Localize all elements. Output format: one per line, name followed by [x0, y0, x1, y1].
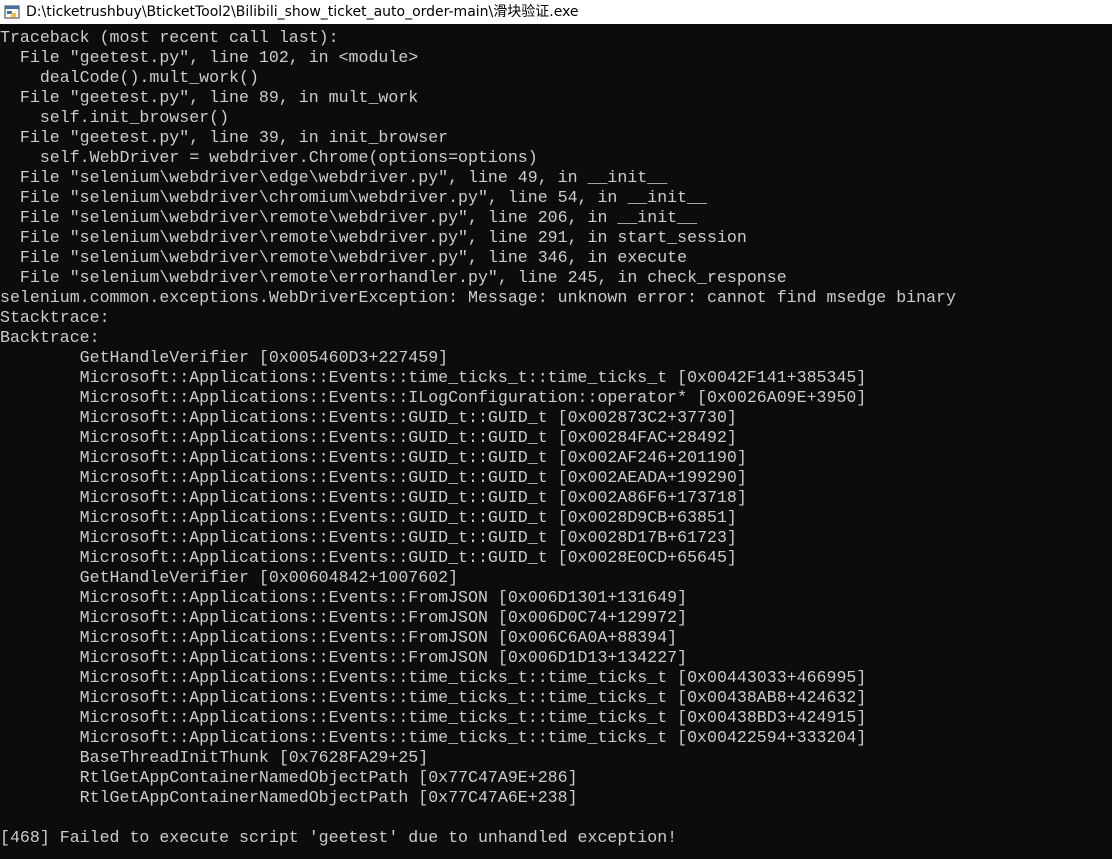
console-line: dealCode().mult_work()	[0, 68, 259, 87]
console-line: File "geetest.py", line 89, in mult_work	[0, 88, 419, 107]
console-output[interactable]: Traceback (most recent call last): File …	[0, 28, 1112, 859]
console-line: Microsoft::Applications::Events::FromJSO…	[0, 648, 688, 667]
console-line: Microsoft::Applications::Events::time_ti…	[0, 668, 867, 687]
console-line: Microsoft::Applications::Events::GUID_t:…	[0, 548, 737, 567]
console-line: Microsoft::Applications::Events::time_ti…	[0, 728, 867, 747]
console-line: Traceback (most recent call last):	[0, 28, 339, 47]
console-line: Microsoft::Applications::Events::GUID_t:…	[0, 528, 737, 547]
console-line: GetHandleVerifier [0x00604842+1007602]	[0, 568, 459, 587]
console-line: File "selenium\webdriver\remote\webdrive…	[0, 208, 698, 227]
console-line: GetHandleVerifier [0x005460D3+227459]	[0, 348, 449, 367]
console-line: Microsoft::Applications::Events::GUID_t:…	[0, 488, 747, 507]
console-line: Microsoft::Applications::Events::GUID_t:…	[0, 428, 737, 447]
console-line: Microsoft::Applications::Events::FromJSO…	[0, 588, 688, 607]
console-line: Microsoft::Applications::Events::GUID_t:…	[0, 448, 747, 467]
console-line: RtlGetAppContainerNamedObjectPath [0x77C…	[0, 788, 578, 807]
console-line: File "selenium\webdriver\remote\errorhan…	[0, 268, 787, 287]
console-line: selenium.common.exceptions.WebDriverExce…	[0, 288, 956, 307]
console-line: self.init_browser()	[0, 108, 230, 127]
window-title: D:\ticketrushbuy\BticketTool2\Bilibili_s…	[26, 4, 579, 20]
console-window: D:\ticketrushbuy\BticketTool2\Bilibili_s…	[0, 0, 1112, 859]
console-line: File "selenium\webdriver\remote\webdrive…	[0, 248, 688, 267]
console-line: File "selenium\webdriver\edge\webdriver.…	[0, 168, 668, 187]
console-line: Microsoft::Applications::Events::ILogCon…	[0, 388, 867, 407]
console-line: Microsoft::Applications::Events::FromJSO…	[0, 628, 678, 647]
console-line: File "selenium\webdriver\remote\webdrive…	[0, 228, 747, 247]
console-line: Microsoft::Applications::Events::GUID_t:…	[0, 468, 747, 487]
console-line: Stacktrace:	[0, 308, 110, 327]
console-line: Backtrace:	[0, 328, 100, 347]
console-line: File "selenium\webdriver\chromium\webdri…	[0, 188, 708, 207]
console-line: Microsoft::Applications::Events::GUID_t:…	[0, 508, 737, 527]
console-line: Microsoft::Applications::Events::time_ti…	[0, 688, 867, 707]
console-line: [468] Failed to execute script 'geetest'…	[0, 828, 678, 847]
window-titlebar[interactable]: D:\ticketrushbuy\BticketTool2\Bilibili_s…	[0, 0, 1112, 24]
console-line: Microsoft::Applications::Events::FromJSO…	[0, 608, 688, 627]
console-line: File "geetest.py", line 39, in init_brow…	[0, 128, 449, 147]
console-line: File "geetest.py", line 102, in <module>	[0, 48, 419, 67]
console-line: BaseThreadInitThunk [0x7628FA29+25]	[0, 748, 429, 767]
console-line: Microsoft::Applications::Events::time_ti…	[0, 708, 867, 727]
console-line: self.WebDriver = webdriver.Chrome(option…	[0, 148, 538, 167]
python-executable-icon	[4, 4, 20, 20]
console-line: Microsoft::Applications::Events::GUID_t:…	[0, 408, 737, 427]
console-line: Microsoft::Applications::Events::time_ti…	[0, 368, 867, 387]
console-line: RtlGetAppContainerNamedObjectPath [0x77C…	[0, 768, 578, 787]
